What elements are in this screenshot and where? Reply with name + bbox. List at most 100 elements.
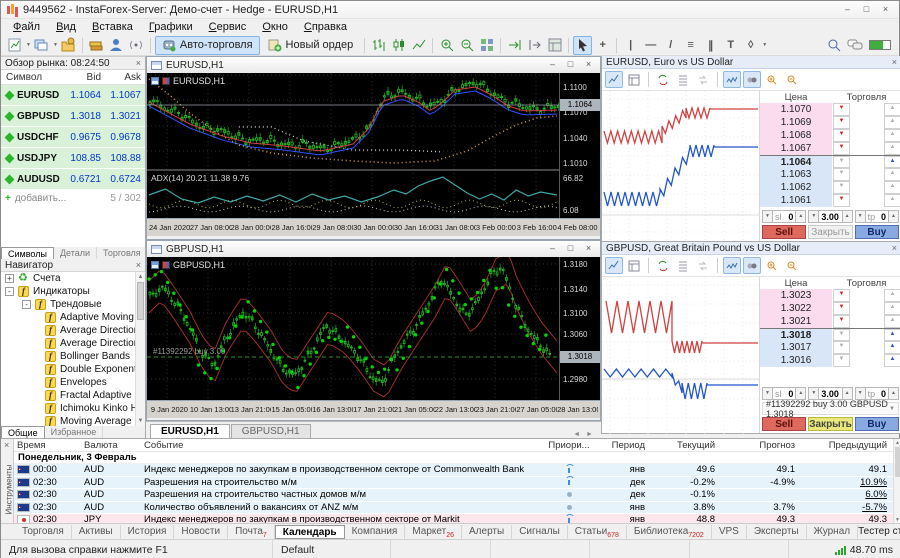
dom-zoom-out-icon[interactable] — [783, 257, 801, 274]
line-chart-icon[interactable] — [409, 36, 428, 55]
dom-price-row[interactable]: 1.1064 — [760, 155, 900, 168]
navigator-tab[interactable]: Избранное — [45, 426, 104, 438]
toolbox-tab[interactable]: Статьи678 — [568, 525, 627, 539]
menu-item[interactable]: Сервис — [201, 20, 255, 34]
cursor-icon[interactable] — [573, 36, 592, 55]
navigator-close-icon[interactable] — [136, 260, 141, 270]
close-button[interactable]: Закрыть — [808, 417, 853, 431]
search-icon[interactable] — [827, 38, 841, 52]
buy-order-button[interactable] — [884, 168, 900, 181]
menu-item[interactable]: Вид — [48, 20, 84, 34]
ladder-price[interactable]: 1.3016 — [760, 354, 832, 367]
buy-order-button[interactable] — [884, 329, 900, 341]
close-icon[interactable] — [581, 59, 596, 71]
sell-order-button[interactable] — [833, 129, 850, 142]
spin-up-icon[interactable] — [842, 387, 853, 400]
profiles-dropdown-icon[interactable]: ▼ — [53, 42, 58, 48]
calendar-row[interactable]: 02:30 AUD Разрешения на строительство ча… — [14, 489, 893, 502]
menu-item[interactable]: Вставка — [84, 20, 141, 34]
toolbox-tab[interactable]: Календарь — [275, 525, 345, 539]
toolbox-tab[interactable]: Алерты — [462, 525, 512, 539]
shapes-icon[interactable]: ◊ — [741, 36, 760, 55]
menu-item[interactable]: Файл — [5, 20, 48, 34]
calendar-row[interactable]: 00:00 AUD Индекс менеджеров по закупкам … — [14, 464, 893, 477]
toolbox-tab[interactable]: Эксперты — [747, 525, 807, 539]
dom-zoom-out-icon[interactable] — [783, 71, 801, 88]
dom-price-row[interactable]: 1.3021 — [760, 315, 900, 328]
dom-price-row[interactable]: 1.1067 — [760, 142, 900, 155]
spin-down-icon[interactable] — [855, 210, 866, 223]
navigator-tree-item[interactable]: + Счета — [1, 272, 145, 285]
navigator-tree-item[interactable]: - Индикаторы — [1, 285, 145, 298]
calendar-row[interactable]: 02:30 AUD Разрешения на строительство м/… — [14, 477, 893, 490]
tick-chart-icon[interactable] — [723, 71, 741, 88]
market-watch-tab[interactable]: Символы — [1, 247, 54, 259]
tree-expander-icon[interactable]: - — [22, 300, 31, 309]
ladder-price[interactable]: 1.1061 — [760, 194, 832, 207]
spin-up-icon[interactable] — [888, 387, 899, 400]
tp-spinner[interactable]: tp0 — [855, 210, 899, 223]
buy-button[interactable]: Buy — [855, 225, 899, 239]
navigator-tree-item[interactable]: Ichimoku Kinko Hyo — [1, 402, 145, 415]
dom-price-row[interactable]: 1.3018 — [760, 328, 900, 341]
calendar-row[interactable]: 02:30 AUD Количество объявлений о ваканс… — [14, 502, 893, 515]
ladder-price[interactable]: 1.3018 — [760, 329, 832, 341]
tools-dropdown-icon[interactable]: ▼ — [762, 42, 767, 48]
buy-order-button[interactable] — [884, 354, 900, 367]
scroll-thumb[interactable] — [895, 447, 900, 477]
toolbox-tab[interactable]: Журнал — [807, 525, 859, 539]
navigator-tree-item[interactable]: Moving Average — [1, 415, 145, 426]
sell-order-button[interactable] — [833, 168, 850, 181]
ladder-price[interactable]: 1.1070 — [760, 103, 832, 116]
depth-ladder-icon[interactable] — [674, 71, 692, 88]
ladder-price[interactable]: 1.1062 — [760, 181, 832, 194]
close-icon[interactable] — [581, 243, 596, 255]
dom-price-row[interactable]: 1.3022 — [760, 302, 900, 315]
navigator-tree-item[interactable]: Fractal Adaptive Mo — [1, 389, 145, 402]
dom-price-row[interactable]: 1.3023 — [760, 289, 900, 302]
horizontal-line-icon[interactable]: — — [641, 36, 660, 55]
toolbox-tab[interactable]: Почта7 — [228, 525, 275, 539]
buy-order-button[interactable] — [884, 103, 900, 116]
sell-order-button[interactable] — [833, 116, 850, 129]
market-watch-row[interactable]: EURUSD 1.1064 1.1067 — [1, 85, 145, 106]
text-icon[interactable]: T — [721, 36, 740, 55]
tick-chart-icon[interactable] — [723, 257, 741, 274]
navigator-tree-item[interactable]: Average Directional — [1, 337, 145, 350]
toolbox-tab[interactable]: Компания — [345, 525, 406, 539]
transfer-icon[interactable] — [694, 71, 712, 88]
channel-icon[interactable]: ∥ — [701, 36, 720, 55]
buy-order-button[interactable] — [884, 289, 900, 302]
profile-name[interactable]: Default — [273, 540, 391, 558]
dom-zoom-in-icon[interactable] — [763, 71, 781, 88]
ladder-price[interactable]: 1.3021 — [760, 315, 832, 328]
sell-order-button[interactable] — [833, 315, 850, 328]
spin-down-icon[interactable] — [855, 387, 866, 400]
crosshair-icon[interactable]: + — [593, 36, 612, 55]
dom-price-row[interactable]: 1.3017 — [760, 341, 900, 354]
sell-order-button[interactable] — [833, 103, 850, 116]
dom-price-row[interactable]: 1.1061 — [760, 194, 900, 207]
navigator-tree-item[interactable]: Double Exponential — [1, 363, 145, 376]
minimize-icon[interactable] — [545, 59, 560, 71]
new-order-button[interactable]: Новый ордер — [261, 36, 361, 55]
spin-down-icon[interactable] — [762, 387, 773, 400]
toolbox-tab[interactable]: VPS — [712, 525, 747, 539]
position-dropdown-icon[interactable] — [889, 406, 895, 412]
chart-tab[interactable]: GBPUSD,H1 — [231, 424, 311, 438]
navigator-tree-item[interactable]: Envelopes — [1, 376, 145, 389]
autotrade-button[interactable]: Авто-торговля — [155, 36, 260, 55]
scroll-down-icon[interactable]: ▼ — [136, 416, 145, 426]
signal-icon[interactable] — [127, 36, 146, 55]
close-icon[interactable] — [877, 3, 894, 16]
navigator-tree-item[interactable]: Adaptive Moving Av — [1, 311, 145, 324]
new-chart-dropdown-icon[interactable]: ▼ — [26, 42, 31, 48]
toolbox-tab[interactable]: Торговля — [15, 525, 72, 539]
spin-down-icon[interactable] — [808, 210, 819, 223]
maximize-icon[interactable] — [563, 59, 578, 71]
tab-scroll-arrows-icon[interactable]: ◄ ► — [573, 431, 601, 438]
calendar-row[interactable]: 02:30 JPY Индекс менеджеров по закупкам … — [14, 514, 893, 523]
tile-windows-icon[interactable] — [477, 36, 496, 55]
add-symbol-row[interactable]: добавить... 5 / 302 — [1, 190, 145, 206]
sell-order-button[interactable] — [833, 194, 850, 207]
